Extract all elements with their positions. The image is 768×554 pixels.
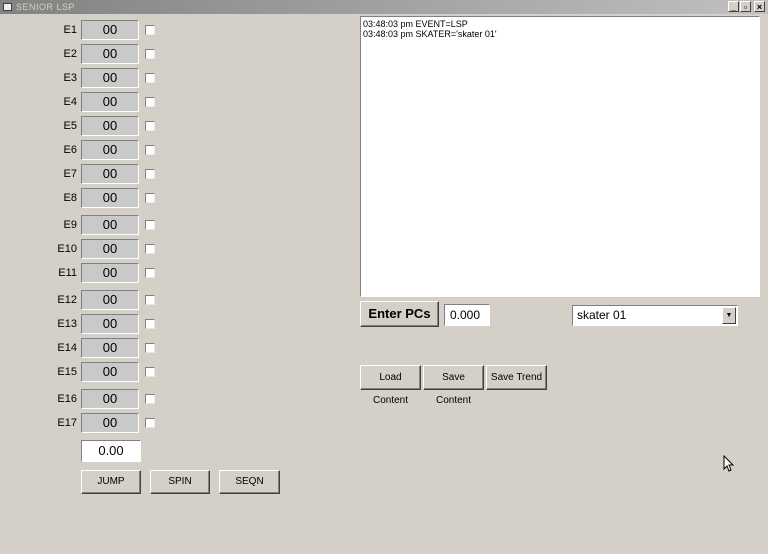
element-checkbox[interactable] xyxy=(145,145,155,155)
element-row: E5 00 xyxy=(0,116,170,138)
log-line: 03:48:03 pm SKATER='skater 01' xyxy=(363,29,497,39)
element-checkbox[interactable] xyxy=(145,193,155,203)
element-row: E13 00 xyxy=(0,314,170,336)
element-checkbox[interactable] xyxy=(145,220,155,230)
element-score-field[interactable]: 00 xyxy=(81,20,139,40)
element-score-field[interactable]: 00 xyxy=(81,44,139,64)
chevron-down-icon[interactable]: ▼ xyxy=(722,307,736,324)
element-score-field[interactable]: 00 xyxy=(81,164,139,184)
element-checkbox[interactable] xyxy=(145,121,155,131)
element-row: E7 00 xyxy=(0,164,170,186)
element-label: E13 xyxy=(57,318,77,330)
load-content-button[interactable]: Load Content xyxy=(360,365,421,406)
element-row: E11 00 xyxy=(0,263,170,285)
element-row: E10 00 xyxy=(0,239,170,261)
element-row: E3 00 xyxy=(0,68,170,90)
element-row: E16 00 xyxy=(0,389,170,411)
restore-button[interactable]: ▫ xyxy=(740,1,751,12)
element-checkbox[interactable] xyxy=(145,244,155,254)
pcs-value-field[interactable]: 0.000 xyxy=(444,304,490,326)
element-row: E2 00 xyxy=(0,44,170,66)
element-label: E5 xyxy=(63,120,77,132)
log-line: 03:48:03 pm EVENT=LSP xyxy=(363,19,468,29)
element-label: E9 xyxy=(63,219,77,231)
element-row: E14 00 xyxy=(0,338,170,360)
element-checkbox[interactable] xyxy=(145,367,155,377)
element-label: E4 xyxy=(63,96,77,108)
element-checkbox[interactable] xyxy=(145,418,155,428)
element-score-field[interactable]: 00 xyxy=(81,338,139,358)
element-label: E15 xyxy=(57,366,77,378)
element-label: E11 xyxy=(58,267,77,279)
jump-button[interactable]: JUMP xyxy=(81,470,141,494)
element-score-field[interactable]: 00 xyxy=(81,362,139,382)
element-score-field[interactable]: 00 xyxy=(81,68,139,88)
element-label: E2 xyxy=(63,48,77,60)
element-checkbox[interactable] xyxy=(145,343,155,353)
element-score-field[interactable]: 00 xyxy=(81,215,139,235)
element-score-field[interactable]: 00 xyxy=(81,389,139,409)
element-checkbox[interactable] xyxy=(145,169,155,179)
seqn-button[interactable]: SEQN xyxy=(219,470,280,494)
element-row: E4 00 xyxy=(0,92,170,114)
spin-button[interactable]: SPIN xyxy=(150,470,210,494)
element-row: E8 00 xyxy=(0,188,170,210)
total-score-field[interactable]: 0.00 xyxy=(81,440,141,462)
element-row: E1 00 xyxy=(0,20,170,42)
element-score-field[interactable]: 00 xyxy=(81,413,139,433)
element-checkbox[interactable] xyxy=(145,25,155,35)
element-label: E7 xyxy=(63,168,77,180)
event-log[interactable]: 03:48:03 pm EVENT=LSP 03:48:03 pm SKATER… xyxy=(360,16,760,297)
element-row: E9 00 xyxy=(0,215,170,237)
element-score-field[interactable]: 00 xyxy=(81,263,139,283)
element-label: E14 xyxy=(57,342,77,354)
element-label: E6 xyxy=(63,144,77,156)
save-trend-button[interactable]: Save Trend xyxy=(486,365,547,390)
element-label: E12 xyxy=(57,294,77,306)
skater-select[interactable]: skater 01 ▼ xyxy=(572,305,738,326)
element-checkbox[interactable] xyxy=(145,295,155,305)
element-row: E12 00 xyxy=(0,290,170,312)
element-checkbox[interactable] xyxy=(145,394,155,404)
element-label: E10 xyxy=(57,243,77,255)
element-row: E17 00 xyxy=(0,413,170,435)
element-score-field[interactable]: 00 xyxy=(81,314,139,334)
element-score-field[interactable]: 00 xyxy=(81,92,139,112)
window-title: SENIOR LSP xyxy=(16,2,76,12)
element-score-field[interactable]: 00 xyxy=(81,290,139,310)
close-button[interactable]: × xyxy=(754,1,765,12)
element-score-field[interactable]: 00 xyxy=(81,239,139,259)
element-checkbox[interactable] xyxy=(145,73,155,83)
enter-pcs-button[interactable]: Enter PCs xyxy=(360,301,439,327)
save-content-button[interactable]: Save Content xyxy=(423,365,484,406)
minimize-button[interactable]: _ xyxy=(728,1,739,12)
element-checkbox[interactable] xyxy=(145,97,155,107)
element-score-field[interactable]: 00 xyxy=(81,188,139,208)
element-label: E8 xyxy=(63,192,77,204)
element-checkbox[interactable] xyxy=(145,49,155,59)
element-checkbox[interactable] xyxy=(145,268,155,278)
element-label: E17 xyxy=(57,417,77,429)
element-row: E15 00 xyxy=(0,362,170,384)
title-bar: SENIOR LSP _ ▫ × xyxy=(0,0,768,14)
element-label: E3 xyxy=(63,72,77,84)
mouse-cursor-icon xyxy=(723,455,735,472)
element-checkbox[interactable] xyxy=(145,319,155,329)
skater-select-value: skater 01 xyxy=(577,308,627,322)
element-label: E16 xyxy=(57,393,77,405)
element-label: E1 xyxy=(63,24,77,36)
element-score-field[interactable]: 00 xyxy=(81,116,139,136)
element-row: E6 00 xyxy=(0,140,170,162)
element-score-field[interactable]: 00 xyxy=(81,140,139,160)
app-icon[interactable] xyxy=(3,3,12,11)
